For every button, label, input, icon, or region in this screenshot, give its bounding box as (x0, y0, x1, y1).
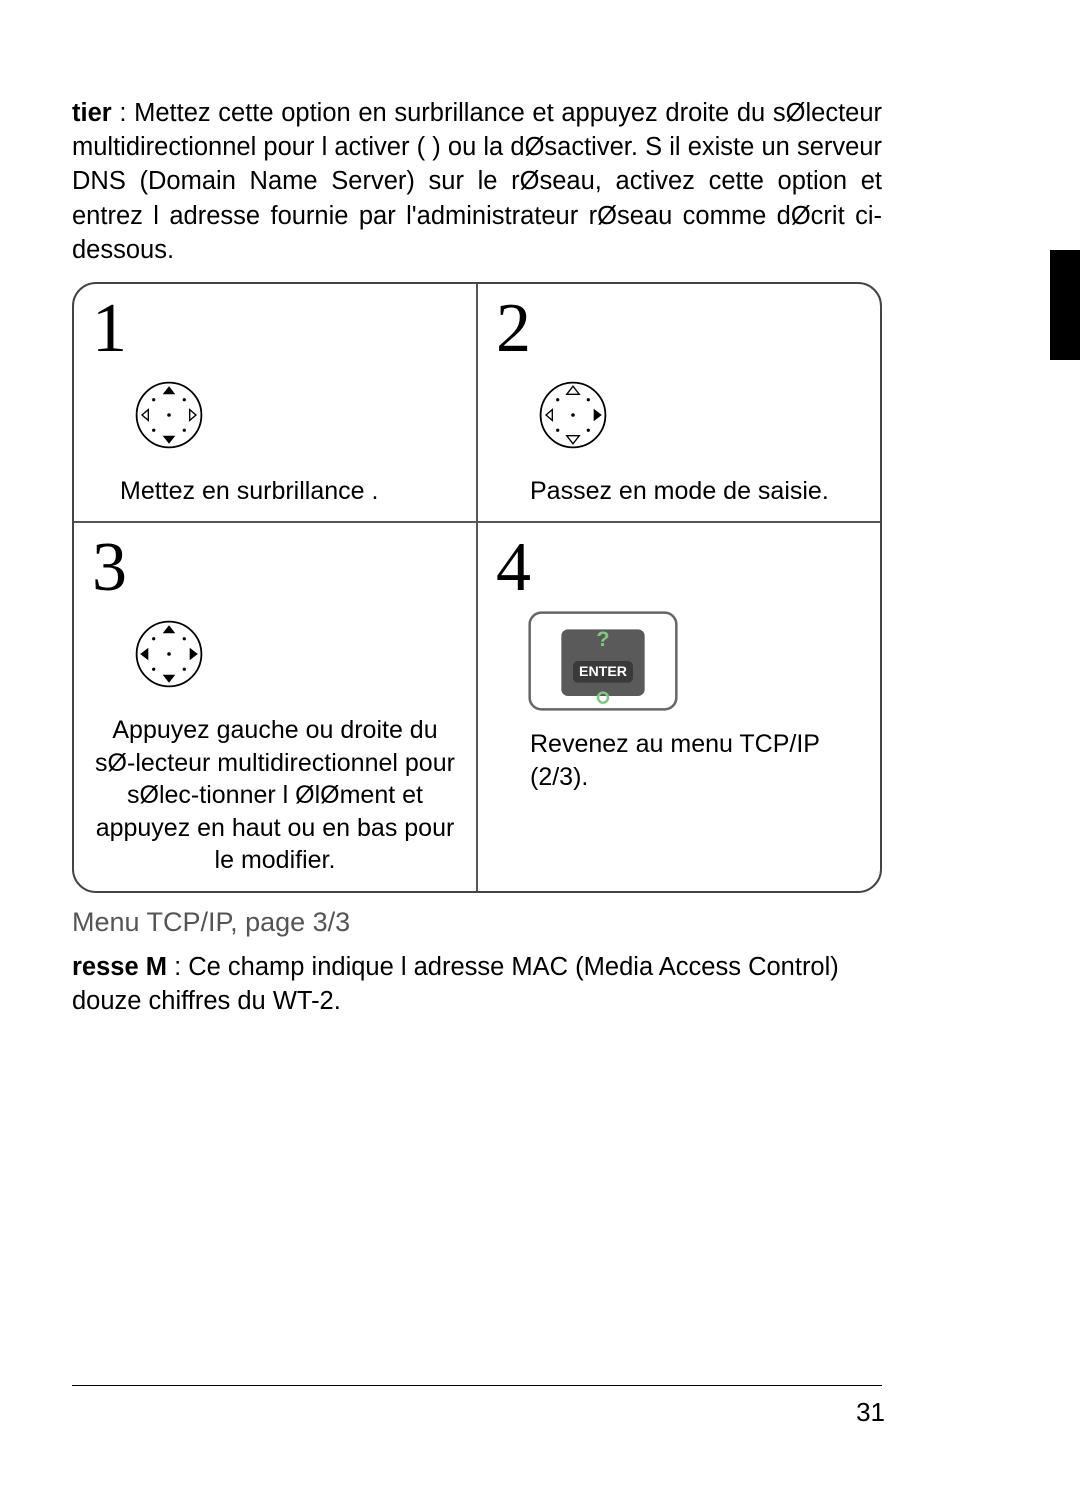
selector-icon-all (124, 609, 458, 704)
step-number: 4 (496, 533, 862, 603)
step-text: Revenez au menu TCP/IP (2/3). (496, 728, 862, 793)
section-tab (1050, 250, 1080, 360)
steps-grid: 1 Mettez en surbril (72, 282, 882, 893)
step-text: Passez en mode de saisie. (496, 475, 862, 508)
svg-text:ENTER: ENTER (579, 664, 627, 680)
step-text: Appuyez gauche ou droite du sØ-lecteur m… (92, 714, 458, 877)
tcpip-subhead: Menu TCP/IP, page 3/3 (72, 907, 882, 938)
dns-intro-paragraph: tier : Mettez cette option en surbrillan… (72, 96, 882, 268)
step-text: Mettez en surbrillance . (92, 475, 458, 508)
step-3-cell: 3 Appuyez gauche ou droite du sØ-lecteur… (74, 522, 477, 891)
step-number: 3 (92, 533, 458, 603)
mac-bold: resse M (72, 953, 167, 981)
selector-icon-right (528, 370, 862, 465)
enter-button-icon: ENTER ? (528, 609, 862, 718)
footer-rule (72, 1385, 882, 1386)
mac-paragraph: resse M : Ce champ indique l adresse MAC… (72, 950, 882, 1019)
selector-icon-up-down (124, 370, 458, 465)
step-number: 1 (92, 294, 458, 364)
step-2-cell: 2 Passez en mode de saisie. (477, 284, 880, 523)
step-4-cell: 4 ENTER ? Revenez au menu TCP/IP (2/3). (477, 522, 880, 891)
step-number: 2 (496, 294, 862, 364)
page-number: 31 (856, 1397, 885, 1428)
svg-text:?: ? (596, 626, 609, 651)
intro-bold: tier (72, 99, 112, 127)
step-1-cell: 1 Mettez en surbril (74, 284, 477, 523)
intro-body: : Mettez cette option en surbrillance et… (72, 99, 882, 265)
mac-body: : Ce champ indique l adresse MAC (Media … (72, 953, 839, 1015)
